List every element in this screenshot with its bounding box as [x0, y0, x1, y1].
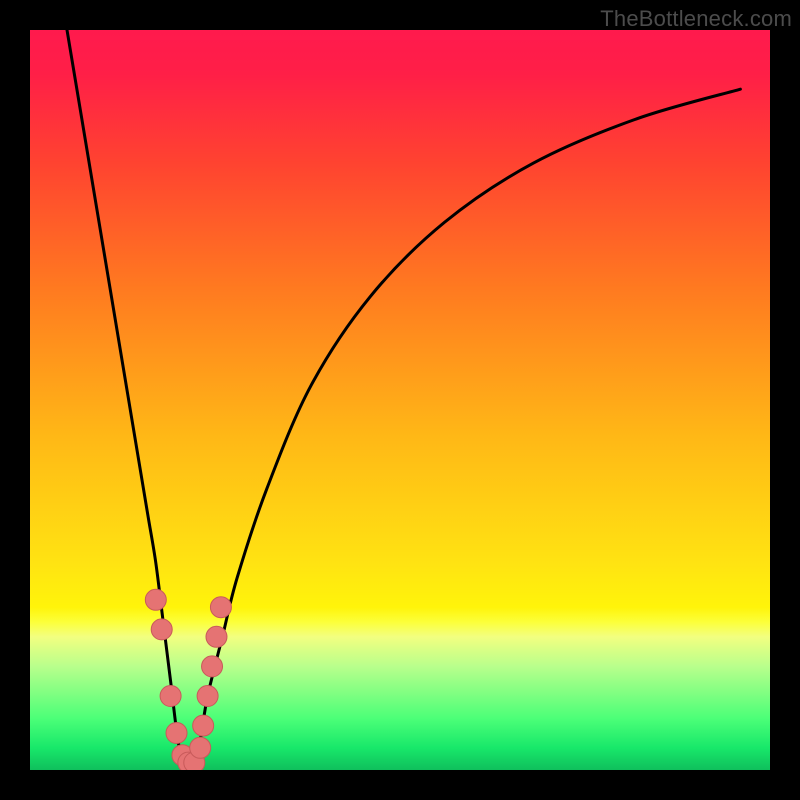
watermark-text: TheBottleneck.com: [600, 6, 792, 32]
chart-frame: TheBottleneck.com: [0, 0, 800, 800]
bottleneck-curve: [67, 30, 740, 770]
chart-svg: [30, 30, 770, 770]
marker-point: [206, 626, 227, 647]
marker-point: [190, 737, 211, 758]
marker-point: [166, 723, 187, 744]
marker-point: [210, 597, 231, 618]
marker-point: [160, 686, 181, 707]
marker-point: [145, 589, 166, 610]
plot-area: [30, 30, 770, 770]
marker-point: [202, 656, 223, 677]
marker-point: [193, 715, 214, 736]
highlighted-points: [145, 589, 231, 770]
marker-point: [197, 686, 218, 707]
marker-point: [151, 619, 172, 640]
